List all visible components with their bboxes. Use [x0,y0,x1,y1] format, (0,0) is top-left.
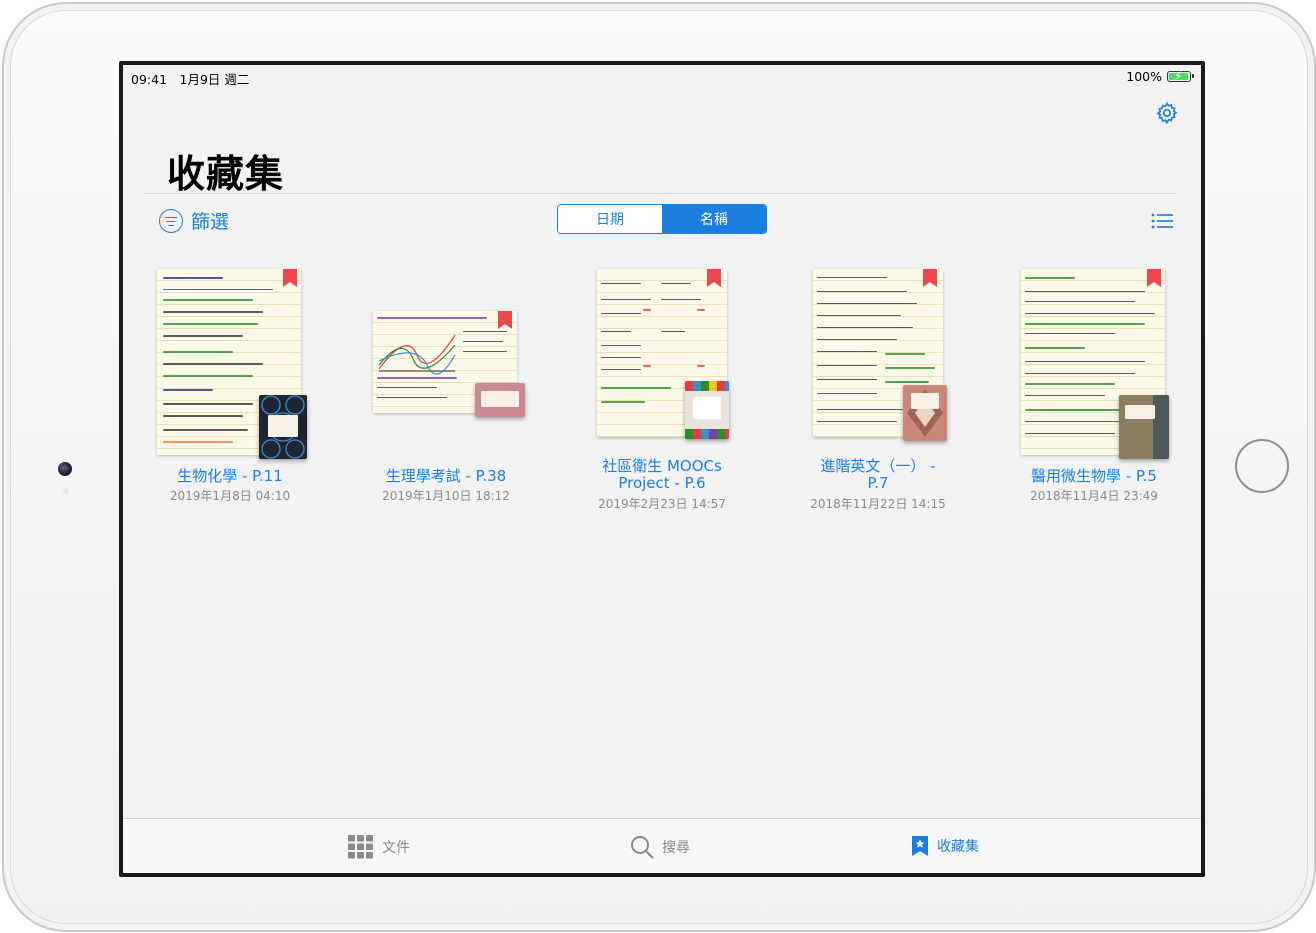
ipad-frame: 09:41 1月9日 週二 100% ⚡ 收藏集 篩選 日期 名稱 生物化學 -… [2,2,1316,932]
search-icon [631,836,654,859]
page-title: 收藏集 [167,152,285,196]
item-title[interactable]: 醫用微生物學 - P.5 [999,467,1189,485]
item-title-line2[interactable]: P.7 [783,474,973,492]
sort-by-name[interactable]: 名稱 [662,205,766,233]
collection-item[interactable]: 醫用微生物學 - P.5 2018年11月4日 23:49 [999,261,1189,521]
tab-documents[interactable]: 文件 [348,835,410,859]
item-title[interactable]: 生物化學 - P.11 [135,467,325,485]
tab-collections[interactable]: 收藏集 [911,835,979,857]
status-bar: 09:41 1月9日 週二 100% ⚡ [123,65,1201,87]
notebook-cover [475,383,525,417]
item-date: 2018年11月4日 23:49 [1030,489,1158,503]
status-right: 100% ⚡ [1126,69,1194,84]
filter-button[interactable]: 篩選 [159,207,229,234]
tab-collections-label: 收藏集 [937,839,979,855]
cover-label [1125,405,1155,419]
collection-item[interactable]: 生物化學 - P.11 2019年1月8日 04:10 [135,261,325,521]
notebook-cover [685,381,729,439]
cover-label [693,397,721,419]
sort-by-date[interactable]: 日期 [558,205,662,233]
collection-item[interactable]: 社區衛生 MOOCs Project - P.6 2019年2月23日 14:5… [567,261,757,521]
app-display: 09:41 1月9日 週二 100% ⚡ 收藏集 篩選 日期 名稱 生物化學 -… [123,65,1201,873]
header-divider [143,193,1177,194]
ambient-sensor [63,488,69,494]
item-title-line2[interactable]: Project - P.6 [567,474,757,492]
cover-label [481,391,519,407]
item-date: 2019年2月23日 14:57 [598,497,726,511]
collection-item[interactable]: 生理學考試 - P.38 2019年1月10日 18:12 [351,261,541,521]
item-title-line1[interactable]: 社區衛生 MOOCs [567,457,757,475]
battery-icon: ⚡ [1167,69,1194,83]
gear-icon[interactable] [1155,101,1179,125]
cover-label [267,415,299,437]
status-time-date: 09:41 1月9日 週二 [131,72,250,87]
item-date: 2019年1月10日 18:12 [382,489,510,503]
cover-label [911,393,939,409]
tab-bar: 文件 搜尋 收藏集 [123,818,1201,873]
tab-search-label: 搜尋 [662,840,690,856]
collection-item[interactable]: 進階英文（一） - P.7 2018年11月22日 14:15 [783,261,973,521]
charging-bolt-icon: ⚡ [1174,69,1183,83]
notebook-cover [903,385,947,441]
bookmark-star-icon [912,836,928,856]
tab-search[interactable]: 搜尋 [630,835,690,859]
home-button[interactable] [1235,439,1289,493]
screen: 09:41 1月9日 週二 100% ⚡ 收藏集 篩選 日期 名稱 生物化學 -… [119,61,1205,877]
grid-icon [348,835,373,859]
notebook-cover [1119,395,1169,459]
tab-documents-label: 文件 [382,840,410,856]
item-date: 2019年1月8日 04:10 [169,489,291,503]
battery-percent: 100% [1126,69,1162,84]
item-date: 2018年11月22日 14:15 [810,497,946,511]
item-title-line1[interactable]: 進階英文（一） - [783,457,973,475]
list-icon[interactable] [1151,213,1173,229]
sort-segmented-control[interactable]: 日期 名稱 [557,204,767,234]
item-title[interactable]: 生理學考試 - P.38 [351,467,541,485]
notebook-cover [259,395,307,459]
front-camera [58,462,72,476]
filter-label: 篩選 [191,211,230,233]
filter-icon [159,208,183,233]
